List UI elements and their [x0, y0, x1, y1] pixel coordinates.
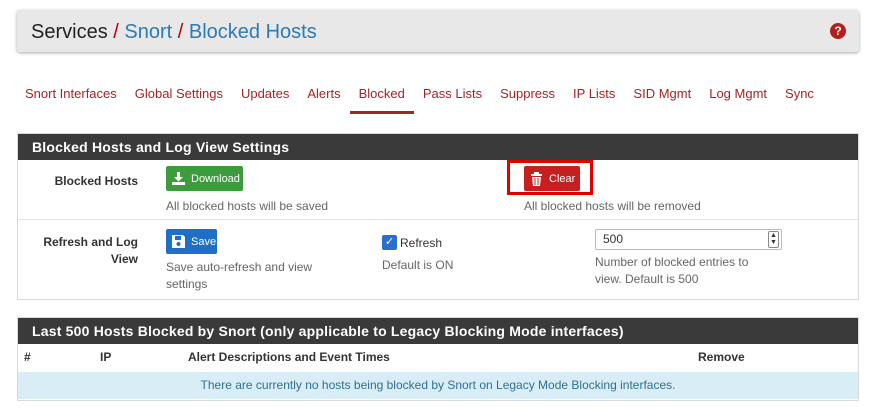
table-header: # IP Alert Descriptions and Event Times … [18, 344, 858, 372]
tab-updates[interactable]: Updates [232, 82, 298, 114]
page-header: Services / Snort / Blocked Hosts ? [17, 10, 859, 52]
tab-sid-mgmt[interactable]: SID Mgmt [624, 82, 700, 114]
tab-log-mgmt[interactable]: Log Mgmt [700, 82, 776, 114]
download-button-label: Download [191, 172, 240, 185]
tab-global-settings[interactable]: Global Settings [126, 82, 232, 114]
floppy-disk-icon [172, 235, 185, 249]
breadcrumb: Services / Snort / Blocked Hosts [31, 20, 317, 44]
clear-button[interactable]: Clear [524, 166, 580, 191]
column-header-ip: IP [100, 350, 112, 364]
refresh-log-label-line1: Refresh and Log [43, 235, 138, 249]
entries-help-line2: view. Default is 500 [595, 272, 699, 286]
tab-blocked[interactable]: Blocked [349, 82, 415, 114]
breadcrumb-separator: / [113, 21, 119, 43]
column-header-remove: Remove [698, 350, 745, 364]
blocked-hosts-panel: Last 500 Hosts Blocked by Snort (only ap… [17, 317, 859, 401]
save-button-label: Save [191, 235, 217, 248]
tab-ip-lists[interactable]: IP Lists [564, 82, 624, 114]
blocked-hosts-row: Blocked Hosts Download All blocked hosts… [18, 160, 858, 220]
breadcrumb-blocked-hosts-link[interactable]: Blocked Hosts [189, 21, 317, 43]
refresh-checkbox-label[interactable]: Refresh [400, 236, 442, 250]
tab-snort-interfaces[interactable]: Snort Interfaces [16, 82, 126, 114]
trash-icon [530, 171, 543, 186]
tab-sync[interactable]: Sync [776, 82, 823, 114]
save-help-line1: Save auto-refresh and view [166, 260, 313, 274]
refresh-log-label-line2: View [110, 252, 138, 266]
breadcrumb-snort-link[interactable]: Snort [124, 21, 172, 43]
empty-table-message: There are currently no hosts being block… [18, 372, 858, 399]
download-button[interactable]: Download [166, 166, 243, 191]
blocked-hosts-label: Blocked Hosts [54, 174, 138, 188]
download-icon [172, 172, 185, 186]
clear-button-label: Clear [549, 172, 576, 185]
refresh-row: Refresh and Log View Save Save auto-refr… [18, 221, 858, 299]
settings-panel: Blocked Hosts and Log View Settings Bloc… [17, 133, 859, 300]
blocked-hosts-panel-title: Last 500 Hosts Blocked by Snort (only ap… [18, 318, 858, 344]
refresh-checkbox-group[interactable]: ✓ Refresh [382, 235, 442, 250]
save-help-text: Save auto-refresh and view settings [166, 259, 312, 293]
save-button[interactable]: Save [166, 229, 217, 254]
tab-bar: Snort Interfaces Global Settings Updates… [16, 82, 823, 114]
tab-pass-lists[interactable]: Pass Lists [414, 82, 491, 114]
settings-panel-title: Blocked Hosts and Log View Settings [18, 134, 858, 160]
column-header-alert-descriptions: Alert Descriptions and Event Times [188, 350, 390, 364]
question-circle-icon[interactable]: ? [830, 23, 846, 39]
refresh-checkbox[interactable]: ✓ [382, 235, 397, 250]
column-header-number: # [24, 350, 31, 364]
breadcrumb-services: Services [31, 21, 108, 43]
number-spinner[interactable]: ▲ ▼ [768, 231, 779, 248]
refresh-help-text: Default is ON [382, 258, 454, 272]
clear-help-text: All blocked hosts will be removed [524, 199, 701, 213]
entries-help-text: Number of blocked entries to view. Defau… [595, 254, 748, 288]
tab-alerts[interactable]: Alerts [298, 82, 349, 114]
refresh-log-label: Refresh and Log View [43, 234, 138, 268]
download-help-text: All blocked hosts will be saved [166, 199, 329, 213]
blocked-entries-value: 500 [603, 232, 624, 246]
blocked-entries-input[interactable]: 500 ▲ ▼ [595, 229, 782, 250]
breadcrumb-separator: / [177, 21, 184, 43]
tab-suppress[interactable]: Suppress [491, 82, 564, 114]
save-help-line2: settings [166, 277, 208, 291]
entries-help-line1: Number of blocked entries to [595, 255, 749, 269]
